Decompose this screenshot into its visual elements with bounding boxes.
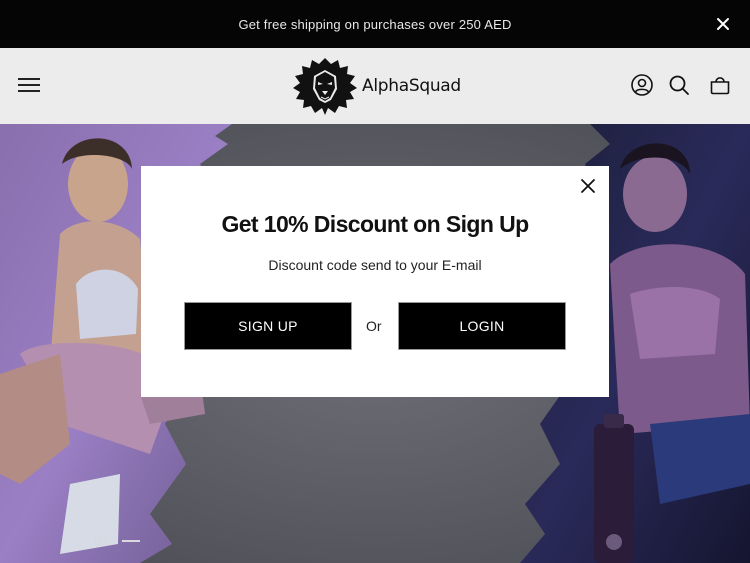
user-account-icon[interactable]	[630, 73, 654, 97]
or-label: Or	[366, 318, 382, 334]
modal-title: Get 10% Discount on Sign Up	[221, 211, 529, 237]
logo-text: AlphaSquad	[362, 76, 461, 96]
site-logo[interactable]: AlphaSquad	[290, 56, 461, 116]
close-icon[interactable]	[714, 15, 732, 33]
slide-progress-line	[122, 540, 140, 542]
announcement-text: Get free shipping on purchases over 250 …	[238, 16, 512, 32]
slide-number: 01	[94, 532, 110, 548]
search-icon[interactable]	[667, 73, 691, 97]
hamburger-menu-icon[interactable]	[18, 78, 40, 94]
login-button[interactable]: LOGIN	[398, 302, 566, 350]
announcement-bar: Get free shipping on purchases over 250 …	[0, 0, 750, 48]
modal-subtitle: Discount code send to your E-mail	[268, 257, 482, 273]
sign-up-button[interactable]: SIGN UP	[184, 302, 352, 350]
lion-logo-icon	[293, 58, 357, 115]
site-header: AlphaSquad	[0, 48, 750, 124]
discount-modal: Get 10% Discount on Sign Up Discount cod…	[141, 166, 609, 397]
cart-icon[interactable]	[708, 73, 732, 97]
close-icon[interactable]	[580, 178, 596, 194]
